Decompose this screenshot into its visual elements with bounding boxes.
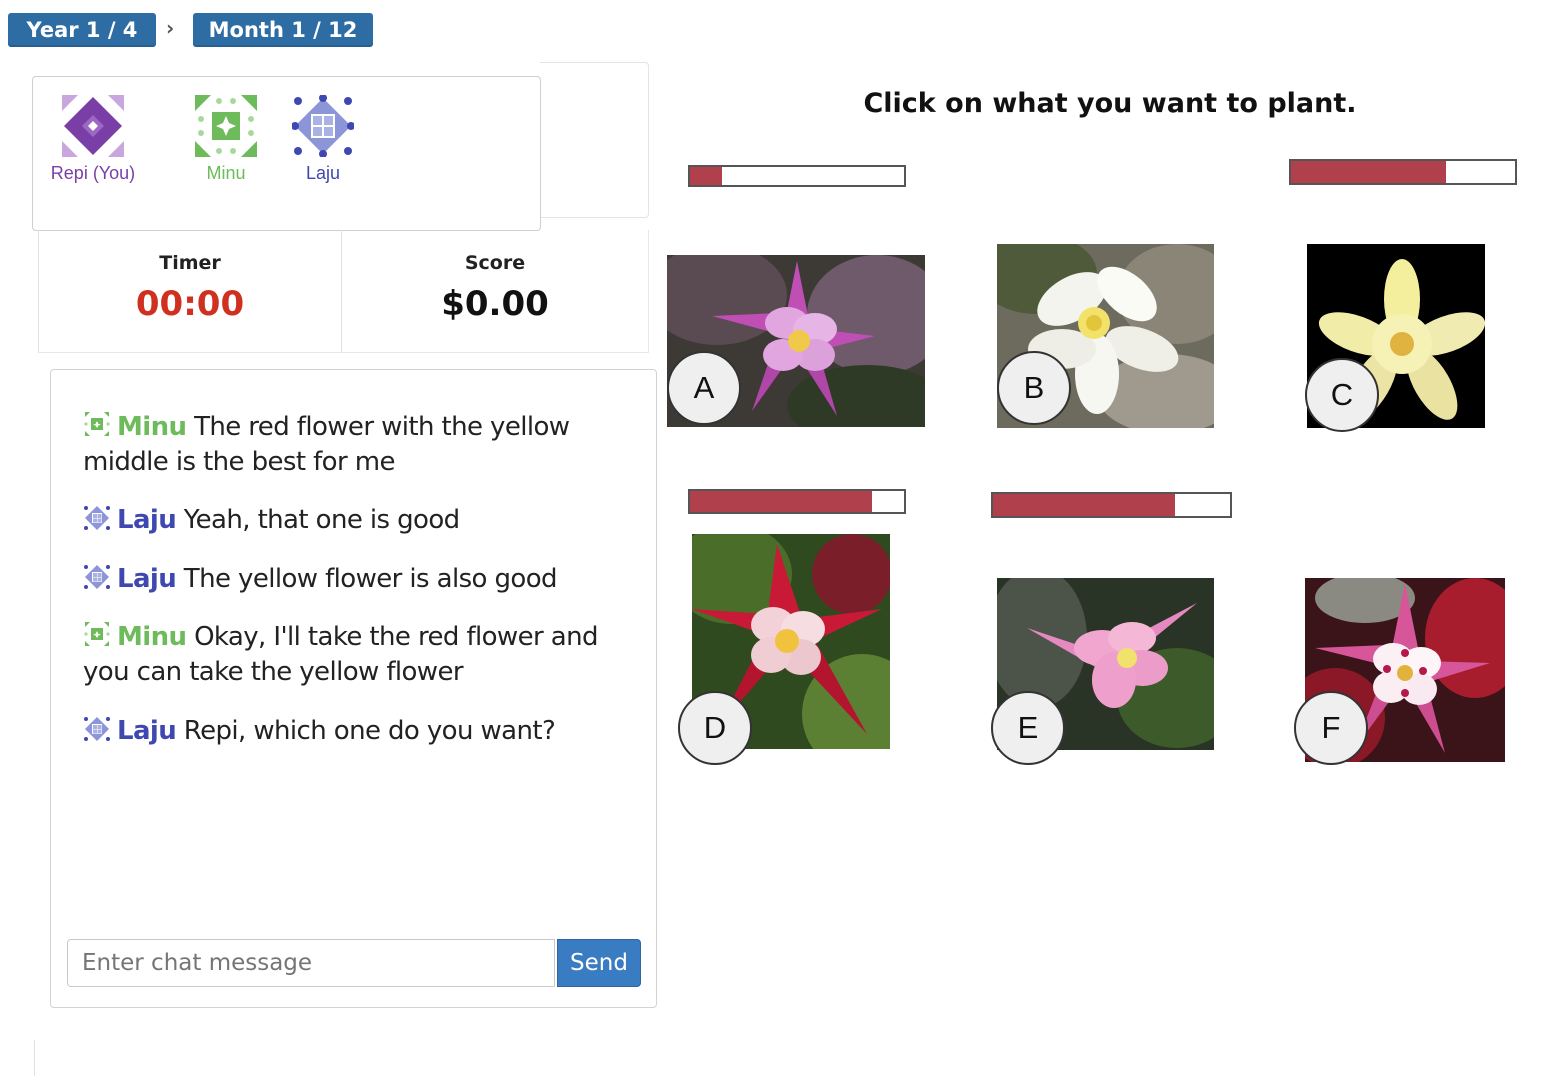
flower-e-label-badge: E bbox=[991, 691, 1065, 765]
laju-chat-icon bbox=[84, 506, 110, 530]
flower-c-progress-fill bbox=[1291, 161, 1446, 183]
chat-message: Laju The yellow flower is also good bbox=[83, 562, 623, 597]
flower-option-c[interactable]: C bbox=[1305, 244, 1485, 432]
flower-option-e[interactable]: E bbox=[991, 578, 1214, 765]
flower-f-label-badge: F bbox=[1294, 691, 1368, 765]
chat-panel: Minu The red flower with the yellow midd… bbox=[50, 369, 657, 1008]
instruction-text: Click on what you want to plant. bbox=[863, 88, 1357, 119]
chat-text: Repi, which one do you want? bbox=[176, 716, 556, 746]
chat-text: The yellow flower is also good bbox=[176, 564, 558, 594]
repi-avatar-icon bbox=[62, 95, 124, 157]
chat-message: Minu Okay, I'll take the red flower and … bbox=[83, 620, 623, 690]
laju-chat-icon bbox=[84, 565, 110, 589]
chat-message: Laju Yeah, that one is good bbox=[83, 503, 623, 538]
divider bbox=[34, 1040, 35, 1076]
chat-sender: Laju bbox=[117, 564, 177, 594]
flower-a-label-badge: A bbox=[667, 351, 741, 425]
flower-d-label-badge: D bbox=[678, 691, 752, 765]
minu-avatar-icon bbox=[195, 95, 257, 157]
chat-sender: Minu bbox=[117, 412, 187, 442]
minu-chat-icon bbox=[84, 412, 110, 436]
chevron-right-icon: › bbox=[166, 16, 175, 40]
score-label: Score bbox=[464, 252, 526, 274]
timer-label: Timer bbox=[159, 252, 221, 274]
timer-box: Timer 00:00 bbox=[38, 230, 341, 353]
flower-option-f[interactable]: F bbox=[1294, 578, 1505, 765]
game-page: Year 1 / 4 › Month 1 / 12 Repi (You) Min… bbox=[0, 0, 1560, 1088]
laju-chat-icon bbox=[84, 717, 110, 741]
player-repi: Repi (You) bbox=[33, 95, 153, 184]
flower-d-progress-bar bbox=[688, 489, 906, 514]
flower-e-progress-fill bbox=[993, 494, 1176, 516]
flower-option-b[interactable]: B bbox=[997, 244, 1214, 428]
players-panel-backdrop bbox=[540, 62, 649, 218]
score-box: Score $0.00 bbox=[341, 230, 649, 353]
flower-c-label-badge: C bbox=[1305, 358, 1379, 432]
chat-message-input[interactable] bbox=[67, 939, 555, 987]
player-name-laju: Laju bbox=[305, 163, 341, 183]
flower-option-d[interactable]: D bbox=[678, 534, 890, 765]
chat-message: Minu The red flower with the yellow midd… bbox=[83, 410, 623, 480]
minu-chat-icon bbox=[84, 622, 110, 646]
chat-message: Laju Repi, which one do you want? bbox=[83, 714, 623, 749]
flower-a-progress-bar bbox=[688, 165, 906, 187]
flower-option-a[interactable]: A bbox=[667, 255, 925, 427]
players-panel: Repi (You) Minu Laju bbox=[32, 76, 541, 231]
score-value: $0.00 bbox=[441, 284, 549, 324]
year-badge: Year 1 / 4 bbox=[8, 13, 156, 47]
flower-d-progress-fill bbox=[690, 491, 872, 512]
flower-c-progress-bar bbox=[1289, 159, 1517, 185]
stats-panel: Timer 00:00 Score $0.00 bbox=[38, 230, 649, 353]
month-badge: Month 1 / 12 bbox=[193, 13, 373, 47]
chat-sender: Minu bbox=[117, 622, 187, 652]
chat-sender: Laju bbox=[117, 505, 177, 535]
player-laju: Laju bbox=[263, 95, 383, 184]
chat-text: Yeah, that one is good bbox=[176, 505, 460, 535]
flower-a-progress-fill bbox=[690, 167, 723, 185]
timer-value: 00:00 bbox=[135, 284, 245, 324]
player-name-repi: Repi (You) bbox=[50, 163, 136, 183]
laju-avatar-icon bbox=[292, 95, 354, 157]
flower-e-progress-bar bbox=[991, 492, 1232, 518]
flower-b-label-badge: B bbox=[997, 351, 1071, 425]
chat-sender: Laju bbox=[117, 716, 177, 746]
send-button[interactable]: Send bbox=[557, 939, 641, 987]
